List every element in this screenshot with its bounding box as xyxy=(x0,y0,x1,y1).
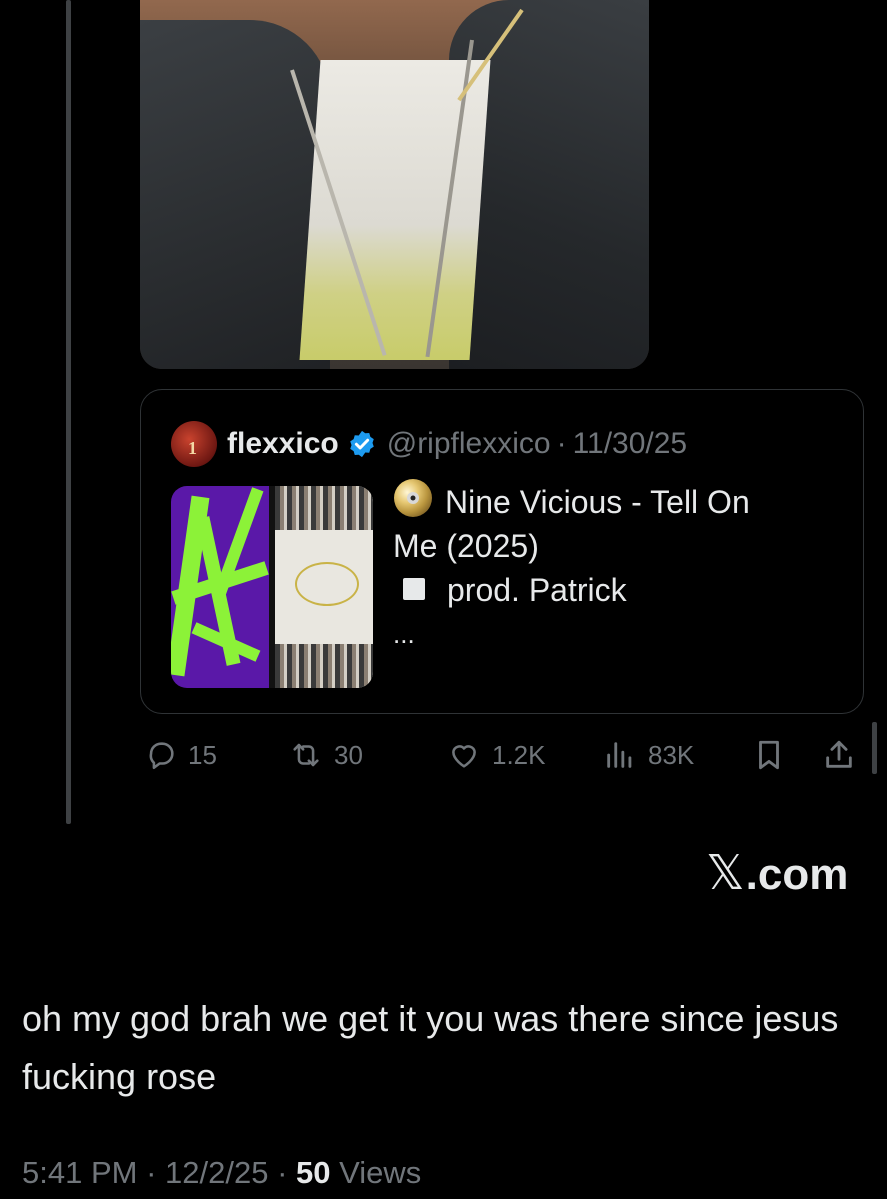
cover-art-right xyxy=(275,486,373,688)
views-button[interactable]: 83K xyxy=(602,732,694,778)
quoted-post-header: 1 flexxico @ripflexxico · 11/30/25 xyxy=(171,420,687,468)
reply-button[interactable]: 15 xyxy=(144,732,217,778)
repost-button[interactable]: 30 xyxy=(288,732,363,778)
quoted-post-text: Nine Vicious - Tell On Me (2025) prod. P… xyxy=(393,478,833,656)
thread-connector-line xyxy=(66,0,71,824)
author-name[interactable]: flexxico xyxy=(227,427,339,461)
post-date[interactable]: 12/2/25 xyxy=(165,1155,268,1190)
text-line-1: Nine Vicious - Tell On xyxy=(445,484,750,520)
views-label: Views xyxy=(339,1155,422,1190)
like-count: 1.2K xyxy=(492,739,546,770)
white-square-icon xyxy=(403,578,425,600)
x-logo: 𝕏 xyxy=(706,845,745,901)
video-player[interactable] xyxy=(140,0,649,369)
view-count: 83K xyxy=(648,739,695,770)
truncation-ellipsis: ... xyxy=(393,619,415,649)
optical-disc-icon xyxy=(394,479,432,517)
share-icon xyxy=(826,740,852,768)
repost-count: 30 xyxy=(334,739,363,770)
cover-art-left xyxy=(171,486,269,688)
post-time[interactable]: 5:41 PM xyxy=(22,1155,137,1190)
repost-icon xyxy=(293,743,319,767)
watermark-domain: .com xyxy=(745,850,849,899)
analytics-icon xyxy=(607,742,632,768)
bookmark-button[interactable] xyxy=(752,732,796,778)
album-cover-image[interactable] xyxy=(171,486,373,688)
share-button[interactable] xyxy=(822,732,866,778)
view-count: 50 xyxy=(296,1155,331,1190)
xcom-watermark: 𝕏 .com xyxy=(706,845,848,901)
scrollbar[interactable] xyxy=(872,722,877,774)
author-handle[interactable]: @ripflexxico xyxy=(387,427,551,461)
separator: · xyxy=(277,1155,288,1190)
separator: · xyxy=(556,427,567,460)
like-button[interactable]: 1.2K xyxy=(446,732,546,778)
separator: · xyxy=(146,1155,157,1190)
bookmark-icon xyxy=(759,740,779,770)
verified-badge-icon xyxy=(349,430,374,458)
reply-count: 15 xyxy=(188,739,217,770)
text-line-3: prod. Patrick xyxy=(447,572,627,608)
quoted-post-card[interactable]: 1 flexxico @ripflexxico · 11/30/25 Nine … xyxy=(140,389,864,714)
post-date[interactable]: 11/30/25 xyxy=(573,427,688,461)
reply-icon xyxy=(149,742,174,770)
post-actions-bar: 15 30 1.2K 83K xyxy=(140,732,870,778)
text-line-2: Me (2025) xyxy=(393,528,539,564)
post-text: oh my god brah we get it you was there s… xyxy=(22,998,839,1097)
post-metadata: 5:41 PM · 12/2/25 · 50 Views xyxy=(22,1155,421,1191)
heart-icon xyxy=(452,745,476,768)
avatar[interactable]: 1 xyxy=(171,421,217,467)
